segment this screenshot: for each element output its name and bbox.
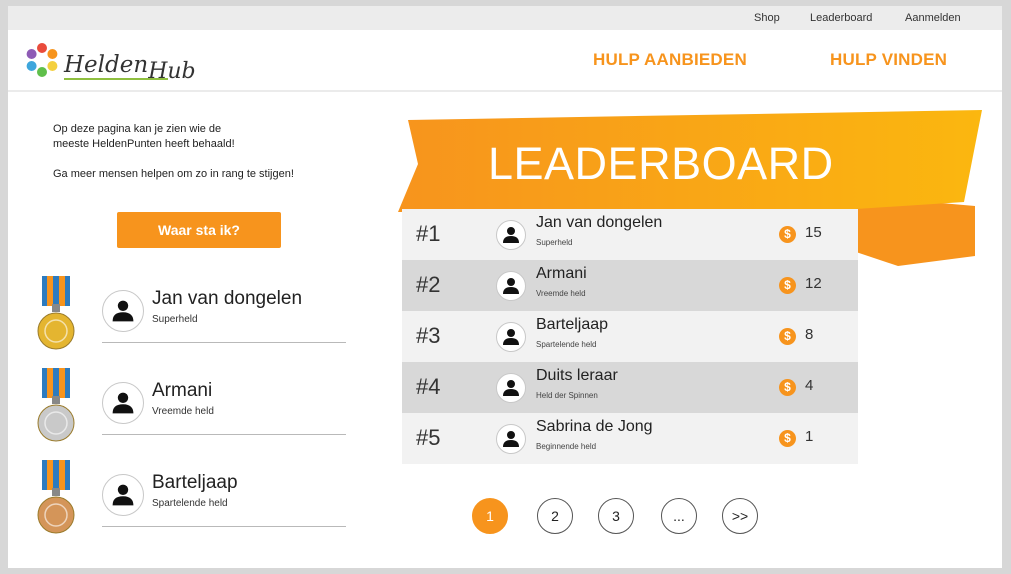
player-title: Vreemde held [536, 289, 586, 298]
points: 1 [805, 428, 814, 445]
podium-name: Barteljaap [152, 472, 238, 493]
podium-title: Spartelende held [152, 498, 228, 509]
coin-icon: $ [779, 328, 796, 345]
points: 8 [805, 326, 814, 343]
coin-icon: $ [779, 379, 796, 396]
page-3-button[interactable]: 3 [598, 498, 634, 534]
podium-third[interactable]: Barteljaap Spartelende held [36, 460, 356, 550]
podium-title: Vreemde held [152, 406, 214, 417]
coin-icon: $ [779, 277, 796, 294]
intro-line-3: Ga meer mensen helpen om zo in rang te s… [53, 168, 294, 180]
coin-icon: $ [779, 430, 796, 447]
podium-second[interactable]: Armani Vreemde held [36, 368, 356, 458]
player-title: Superheld [536, 238, 573, 247]
rank: #1 [416, 221, 441, 246]
user-icon [503, 227, 519, 243]
avatar [496, 271, 526, 301]
page: Shop Leaderboard Aanmelden HeldenHub HUL… [8, 6, 1002, 568]
avatar [102, 382, 144, 424]
podium-first[interactable]: Jan van dongelen Superheld [36, 276, 356, 366]
page-2-button[interactable]: 2 [537, 498, 573, 534]
divider [102, 434, 346, 435]
avatar [496, 373, 526, 403]
next-pages-button[interactable]: >> [722, 498, 758, 534]
user-icon [112, 392, 134, 414]
window-frame: Shop Leaderboard Aanmelden HeldenHub HUL… [0, 0, 1011, 574]
player-name: Jan van dongelen [536, 214, 663, 231]
gold-medal-icon [37, 276, 75, 350]
heldenhub-logo[interactable]: HeldenHub [22, 38, 222, 84]
page-ellipsis-button[interactable]: ... [661, 498, 697, 534]
leaderboard-row[interactable]: #2 Armani Vreemde held $12 [402, 260, 858, 311]
intro-line-1: Op deze pagina kan je zien wie de [53, 123, 222, 135]
leaderboard-link[interactable]: Leaderboard [810, 12, 872, 24]
bronze-medal-icon [37, 460, 75, 534]
shop-link[interactable]: Shop [754, 12, 780, 24]
user-icon [112, 300, 134, 322]
intro-line-2: meeste HeldenPunten heeft behaald! [53, 138, 235, 150]
player-name: Armani [536, 265, 587, 282]
avatar [496, 220, 526, 250]
silver-medal-icon [37, 368, 75, 442]
avatar [496, 322, 526, 352]
user-icon [503, 431, 519, 447]
nav-hulp-vinden[interactable]: HULP VINDEN [830, 50, 947, 70]
logo-underline [64, 78, 168, 80]
top-bar: Shop Leaderboard Aanmelden [8, 6, 1002, 30]
page-1-button[interactable]: 1 [472, 498, 508, 534]
logo-text: HeldenHub [64, 52, 196, 84]
user-icon [112, 484, 134, 506]
rank: #3 [416, 323, 441, 348]
header: HeldenHub HULP AANBIEDEN HULP VINDEN [8, 30, 1002, 92]
heldenhub-logo-icon [26, 43, 58, 77]
leaderboard-title: LEADERBOARD [488, 138, 834, 189]
player-name: Sabrina de Jong [536, 418, 653, 435]
logo-hub: Hub [148, 59, 196, 84]
user-icon [503, 329, 519, 345]
podium-title: Superheld [152, 314, 198, 325]
logo-helden: Helden [64, 52, 149, 78]
player-name: Barteljaap [536, 316, 609, 333]
rank: #2 [416, 272, 441, 297]
rank: #4 [416, 374, 441, 399]
avatar [102, 474, 144, 516]
leaderboard-row[interactable]: #1 Jan van dongelen Superheld $15 [402, 209, 858, 260]
coin-icon: $ [779, 226, 796, 243]
rank: #5 [416, 425, 441, 450]
points: 15 [805, 224, 822, 241]
user-icon [503, 278, 519, 294]
podium-name: Jan van dongelen [152, 288, 303, 309]
user-icon [503, 380, 519, 396]
player-title: Beginnende held [536, 442, 597, 451]
leaderboard-row[interactable]: #4 Duits leraar Held der Spinnen $4 [402, 362, 858, 413]
leaderboard-row[interactable]: #5 Sabrina de Jong Beginnende held $1 [402, 413, 858, 464]
leaderboard-table: #1 Jan van dongelen Superheld $15 #2 Armani Vr… [402, 209, 858, 464]
avatar [102, 290, 144, 332]
player-title: Spartelende held [536, 340, 597, 349]
divider [102, 526, 346, 527]
where-am-i-button[interactable]: Waar sta ik? [117, 212, 281, 248]
player-title: Held der Spinnen [536, 391, 598, 400]
points: 4 [805, 377, 814, 394]
avatar [496, 424, 526, 454]
podium-name: Armani [152, 380, 213, 401]
divider [102, 342, 346, 343]
aanmelden-link[interactable]: Aanmelden [905, 12, 961, 24]
points: 12 [805, 275, 822, 292]
leaderboard-row[interactable]: #3 Barteljaap Spartelende held $8 [402, 311, 858, 362]
nav-hulp-aanbieden[interactable]: HULP AANBIEDEN [593, 50, 747, 70]
intro-text: Op deze pagina kan je zien wie de meeste … [53, 122, 294, 197]
player-name: Duits leraar [536, 367, 618, 384]
